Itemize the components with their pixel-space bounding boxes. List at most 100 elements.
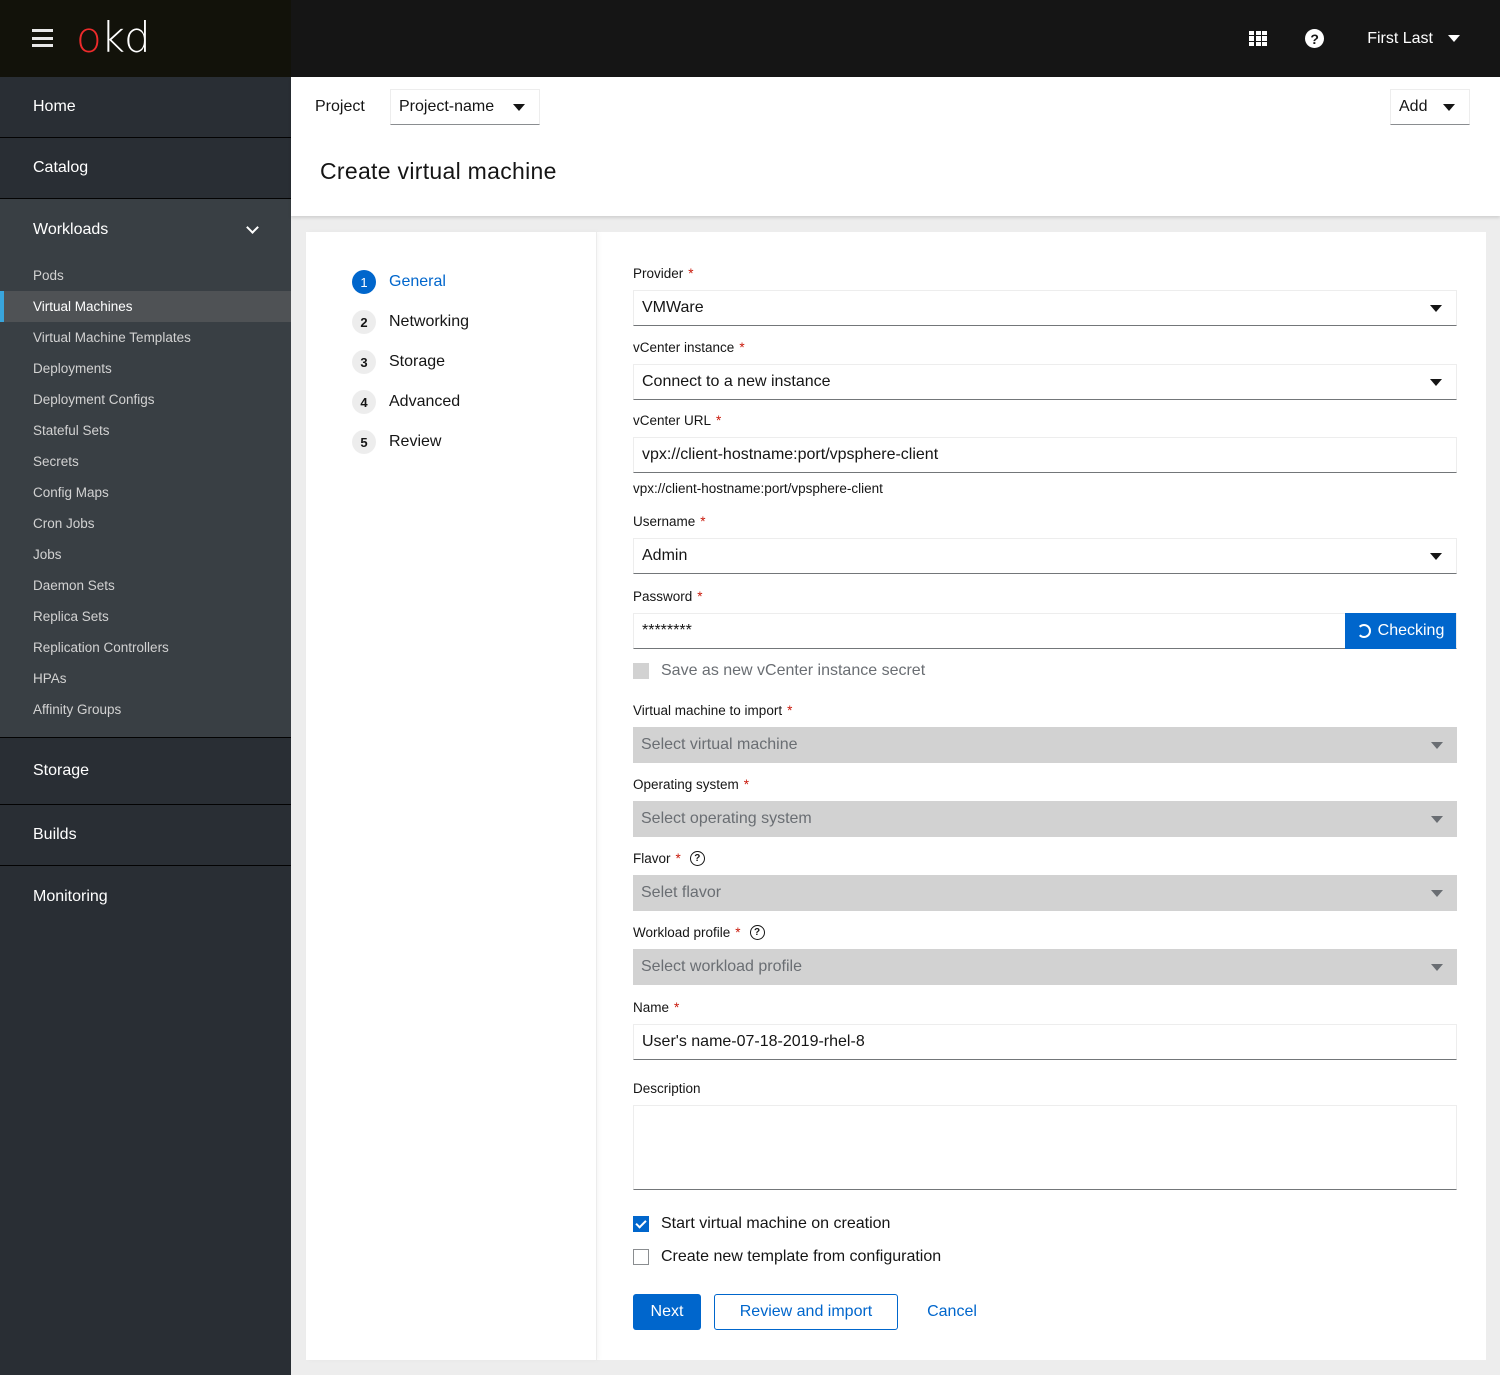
vcenter-url-input[interactable]: vpx://client-hostname:port/vpsphere-clie… bbox=[633, 437, 1457, 473]
name-input[interactable]: User's name-07-18-2019-rhel-8 bbox=[633, 1024, 1457, 1060]
vm-to-import-select[interactable]: Select virtual machine bbox=[633, 727, 1457, 763]
wizard-step-storage[interactable]: 3 Storage bbox=[352, 342, 596, 382]
page-header: Project Project-name Add Create virtual … bbox=[291, 77, 1500, 216]
label-text: Name bbox=[633, 1000, 670, 1015]
step-label: Storage bbox=[389, 353, 446, 370]
create-template-checkbox[interactable]: Create new template from configuration bbox=[633, 1248, 941, 1266]
wizard-step-advanced[interactable]: 4 Advanced bbox=[352, 382, 596, 422]
sidebar-item-builds[interactable]: Builds bbox=[0, 805, 291, 866]
sidebar-group-workloads: Workloads Pods Virtual Machines Virtual … bbox=[0, 199, 291, 738]
sidebar-item-affinity-groups[interactable]: Affinity Groups bbox=[0, 694, 291, 725]
sidebar-item-label: Monitoring bbox=[33, 887, 108, 905]
checking-button[interactable]: Checking bbox=[1345, 613, 1456, 649]
checkbox-box[interactable] bbox=[633, 1249, 649, 1265]
sidebar-item-virtual-machines[interactable]: Virtual Machines bbox=[0, 291, 291, 322]
password-value: ******** bbox=[642, 622, 692, 639]
sidebar-item-config-maps[interactable]: Config Maps bbox=[0, 477, 291, 508]
user-menu-toggle[interactable]: First Last bbox=[1367, 30, 1460, 48]
provider-select[interactable]: VMWare bbox=[633, 290, 1457, 326]
required-mark: * bbox=[697, 589, 703, 604]
description-textarea[interactable] bbox=[633, 1105, 1457, 1190]
create-template-label: Create new template from configuration bbox=[661, 1248, 942, 1265]
password-input[interactable]: ******** Checking bbox=[633, 613, 1457, 649]
sidebar-item-cron-jobs[interactable]: Cron Jobs bbox=[0, 508, 291, 539]
required-mark: * bbox=[675, 851, 681, 866]
sidebar-item-label: Builds bbox=[33, 826, 77, 843]
sidebar-item-jobs[interactable]: Jobs bbox=[0, 539, 291, 570]
app-launcher-icon[interactable] bbox=[1249, 30, 1268, 47]
sidebar-item-catalog[interactable]: Catalog bbox=[0, 138, 291, 199]
save-secret-label: Save as new vCenter instance secret bbox=[661, 662, 926, 679]
sidebar-item-home[interactable]: Home bbox=[0, 77, 291, 138]
start-on-creation-checkbox[interactable]: Start virtual machine on creation bbox=[633, 1215, 890, 1233]
wizard-step-review[interactable]: 5 Review bbox=[352, 422, 596, 462]
hamburger-menu-icon[interactable] bbox=[32, 29, 53, 47]
add-dropdown[interactable]: Add bbox=[1390, 89, 1470, 125]
label-text: Description bbox=[633, 1081, 701, 1096]
password-label: Password * bbox=[633, 588, 703, 605]
sidebar-item-virtual-machine-templates[interactable]: Virtual Machine Templates bbox=[0, 322, 291, 353]
sidebar-item-stateful-sets[interactable]: Stateful Sets bbox=[0, 415, 291, 446]
flavor-label: Flavor *? bbox=[633, 850, 705, 867]
flavor-select[interactable]: Selet flavor bbox=[633, 875, 1457, 911]
sidebar-item-deployment-configs[interactable]: Deployment Configs bbox=[0, 384, 291, 415]
checkbox-box[interactable] bbox=[633, 1216, 649, 1232]
required-mark: * bbox=[739, 340, 745, 355]
sidebar-item-monitoring[interactable]: Monitoring bbox=[0, 866, 291, 927]
sidebar-item-secrets[interactable]: Secrets bbox=[0, 446, 291, 477]
caret-down-icon bbox=[1431, 963, 1443, 971]
sidebar-item-pods[interactable]: Pods bbox=[0, 260, 291, 291]
wizard-form: Provider * VMWare vCenter instance * Conne… bbox=[597, 232, 1486, 1360]
vcenter-instance-select[interactable]: Connect to a new instance bbox=[633, 364, 1457, 400]
vcenter-url-label: vCenter URL * bbox=[633, 412, 721, 429]
step-label: General bbox=[389, 273, 446, 290]
caret-down-icon bbox=[513, 103, 525, 111]
step-label: Review bbox=[389, 433, 442, 450]
checkbox-box[interactable] bbox=[633, 663, 649, 679]
save-secret-checkbox[interactable]: Save as new vCenter instance secret bbox=[633, 662, 925, 680]
label-text: vCenter instance bbox=[633, 340, 735, 355]
vm-to-import-label: Virtual machine to import * bbox=[633, 702, 792, 719]
label-text: Virtual machine to import bbox=[633, 703, 783, 718]
cancel-button[interactable]: Cancel bbox=[915, 1294, 989, 1330]
brand-area: okd bbox=[0, 0, 291, 77]
vcenter-instance-label: vCenter instance * bbox=[633, 339, 745, 356]
required-mark: * bbox=[716, 413, 722, 428]
project-select[interactable]: Project-name bbox=[390, 89, 540, 125]
chevron-down-icon bbox=[246, 220, 259, 234]
okd-logo[interactable]: okd bbox=[76, 13, 151, 62]
username-value: Admin bbox=[642, 547, 688, 564]
label-text: Workload profile bbox=[633, 925, 731, 940]
sidebar-item-hpas[interactable]: HPAs bbox=[0, 663, 291, 694]
workloads-submenu: Pods Virtual Machines Virtual Machine Te… bbox=[0, 260, 291, 737]
provider-label: Provider * bbox=[633, 265, 694, 282]
sidebar-item-workloads[interactable]: Workloads bbox=[0, 199, 291, 260]
sidebar-item-label: Home bbox=[33, 98, 76, 115]
sidebar-item-deployments[interactable]: Deployments bbox=[0, 353, 291, 384]
help-icon[interactable]: ? bbox=[1305, 29, 1325, 48]
workload-profile-select[interactable]: Select workload profile bbox=[633, 949, 1457, 985]
wizard-step-general[interactable]: 1 General bbox=[352, 262, 596, 302]
label-text: Password bbox=[633, 589, 693, 604]
sidebar-item-storage[interactable]: Storage bbox=[0, 738, 291, 805]
caret-down-icon bbox=[1431, 741, 1443, 749]
step-number: 1 bbox=[352, 270, 376, 294]
username-select[interactable]: Admin bbox=[633, 538, 1457, 574]
next-button[interactable]: Next bbox=[633, 1294, 701, 1330]
required-mark: * bbox=[674, 1000, 680, 1015]
sidebar-item-replica-sets[interactable]: Replica Sets bbox=[0, 601, 291, 632]
sidebar-item-replication-controllers[interactable]: Replication Controllers bbox=[0, 632, 291, 663]
operating-system-select[interactable]: Select operating system bbox=[633, 801, 1457, 837]
help-circle-icon[interactable]: ? bbox=[749, 925, 765, 940]
workload-profile-placeholder: Select workload profile bbox=[641, 958, 802, 975]
caret-down-icon bbox=[1430, 378, 1442, 386]
logo-o: o bbox=[76, 13, 102, 62]
sidebar-item-daemon-sets[interactable]: Daemon Sets bbox=[0, 570, 291, 601]
required-mark: * bbox=[743, 777, 750, 792]
wizard-step-networking[interactable]: 2 Networking bbox=[352, 302, 596, 342]
caret-down-icon bbox=[1431, 815, 1443, 823]
help-circle-icon[interactable]: ? bbox=[689, 851, 705, 866]
name-label: Name * bbox=[633, 999, 679, 1016]
review-and-import-button[interactable]: Review and import bbox=[714, 1294, 898, 1330]
vcenter-url-value: vpx://client-hostname:port/vpsphere-clie… bbox=[642, 446, 939, 463]
